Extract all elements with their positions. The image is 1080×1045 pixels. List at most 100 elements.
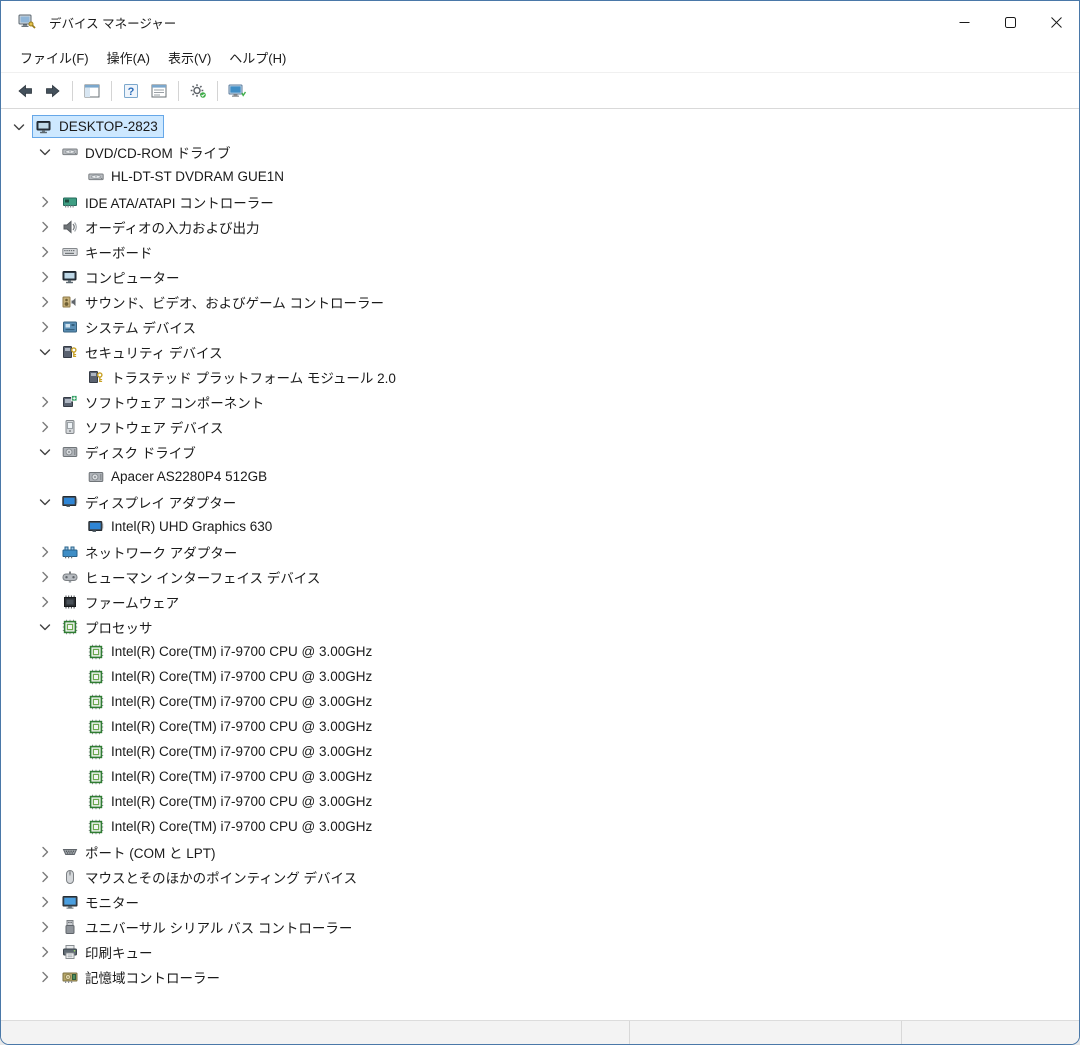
tree-item[interactable]: ポート (COM と LPT) (1, 839, 1079, 864)
tree-item[interactable]: Intel(R) Core(TM) i7-9700 CPU @ 3.00GHz (1, 739, 1079, 764)
sound-icon (61, 293, 78, 310)
tree-item[interactable]: Intel(R) Core(TM) i7-9700 CPU @ 3.00GHz (1, 789, 1079, 814)
chevron-right-icon[interactable] (37, 319, 53, 335)
chevron-right-icon[interactable] (37, 294, 53, 310)
minimize-button[interactable] (941, 1, 987, 43)
chevron-right-icon[interactable] (37, 894, 53, 910)
tree-item[interactable]: システム デバイス (1, 314, 1079, 339)
chevron-right-icon[interactable] (37, 419, 53, 435)
tree-item[interactable]: Intel(R) Core(TM) i7-9700 CPU @ 3.00GHz (1, 639, 1079, 664)
tree-item[interactable]: Intel(R) Core(TM) i7-9700 CPU @ 3.00GHz (1, 714, 1079, 739)
tree-item-content: Intel(R) Core(TM) i7-9700 CPU @ 3.00GHz (84, 665, 378, 688)
tree-item[interactable]: Intel(R) Core(TM) i7-9700 CPU @ 3.00GHz (1, 664, 1079, 689)
tree-item[interactable]: キーボード (1, 239, 1079, 264)
tree-item[interactable]: ファームウェア (1, 589, 1079, 614)
tree-item[interactable]: Intel(R) Core(TM) i7-9700 CPU @ 3.00GHz (1, 764, 1079, 789)
display-adapter-icon (61, 493, 78, 510)
chevron-right-icon[interactable] (37, 569, 53, 585)
chevron-right-icon[interactable] (37, 944, 53, 960)
tree-item[interactable]: Intel(R) UHD Graphics 630 (1, 514, 1079, 539)
disk-drive-icon (87, 468, 104, 485)
menu-help[interactable]: ヘルプ(H) (220, 44, 295, 71)
help-icon[interactable]: ? (117, 77, 145, 105)
tree-item[interactable]: IDE ATA/ATAPI コントローラー (1, 189, 1079, 214)
chevron-right-icon[interactable] (37, 219, 53, 235)
tree-item[interactable]: DVD/CD-ROM ドライブ (1, 139, 1079, 164)
tree-item[interactable]: Intel(R) Core(TM) i7-9700 CPU @ 3.00GHz (1, 689, 1079, 714)
scan-hardware-icon[interactable] (223, 77, 251, 105)
chevron-right-icon[interactable] (37, 844, 53, 860)
tree-item[interactable]: ディスプレイ アダプター (1, 489, 1079, 514)
tree-item-label: Apacer AS2280P4 512GB (111, 469, 267, 484)
chevron-down-icon[interactable] (37, 444, 53, 460)
tree-item[interactable]: ソフトウェア デバイス (1, 414, 1079, 439)
tree-item-content: IDE ATA/ATAPI コントローラー (58, 189, 280, 215)
tree-item-label: キーボード (85, 242, 153, 262)
update-driver-icon[interactable] (184, 77, 212, 105)
console-tree-icon[interactable] (78, 77, 106, 105)
tree-item-label: システム デバイス (85, 317, 196, 337)
computer-icon (61, 268, 78, 285)
maximize-button[interactable] (987, 1, 1033, 43)
chevron-down-icon[interactable] (37, 494, 53, 510)
tree-item-label: トラステッド プラットフォーム モジュール 2.0 (111, 367, 396, 387)
menu-view[interactable]: 表示(V) (159, 44, 220, 71)
tree-item[interactable]: オーディオの入力および出力 (1, 214, 1079, 239)
chevron-right-icon[interactable] (37, 969, 53, 985)
tree-item-label: DESKTOP-2823 (59, 119, 158, 134)
tree-item[interactable]: HL-DT-ST DVDRAM GUE1N (1, 164, 1079, 189)
chevron-right-icon[interactable] (37, 919, 53, 935)
tree-item[interactable]: Intel(R) Core(TM) i7-9700 CPU @ 3.00GHz (1, 814, 1079, 839)
tree-item[interactable]: サウンド、ビデオ、およびゲーム コントローラー (1, 289, 1079, 314)
tree-item-content: Intel(R) Core(TM) i7-9700 CPU @ 3.00GHz (84, 765, 378, 788)
disk-drive-icon (61, 443, 78, 460)
tree-item[interactable]: 印刷キュー (1, 939, 1079, 964)
tree-item-label: ソフトウェア コンポーネント (85, 392, 264, 412)
tree-item-label: マウスとそのほかのポインティング デバイス (85, 867, 357, 887)
tree-item[interactable]: モニター (1, 889, 1079, 914)
processor-icon (87, 743, 104, 760)
forward-arrow-icon[interactable] (39, 77, 67, 105)
tree-item[interactable]: Apacer AS2280P4 512GB (1, 464, 1079, 489)
menu-bar: ファイル(F) 操作(A) 表示(V) ヘルプ(H) (1, 43, 1079, 73)
window-controls (941, 1, 1079, 43)
tree-item[interactable]: ネットワーク アダプター (1, 539, 1079, 564)
chevron-placeholder (63, 694, 79, 710)
menu-file[interactable]: ファイル(F) (11, 44, 98, 71)
chevron-down-icon[interactable] (37, 144, 53, 160)
tree-item-content: ソフトウェア コンポーネント (58, 389, 270, 415)
tree-item[interactable]: ディスク ドライブ (1, 439, 1079, 464)
device-manager-app-icon (17, 12, 37, 32)
tree-item-label: IDE ATA/ATAPI コントローラー (85, 192, 274, 212)
tree-item[interactable]: ヒューマン インターフェイス デバイス (1, 564, 1079, 589)
chevron-right-icon[interactable] (37, 269, 53, 285)
tree-item[interactable]: トラステッド プラットフォーム モジュール 2.0 (1, 364, 1079, 389)
chevron-right-icon[interactable] (37, 194, 53, 210)
menu-action[interactable]: 操作(A) (98, 44, 159, 71)
device-tree: DESKTOP-2823 DVD/CD-ROM ドライブHL-DT-ST DVDR… (1, 109, 1079, 1020)
chevron-down-icon[interactable] (11, 119, 27, 135)
chevron-right-icon[interactable] (37, 544, 53, 560)
tree-item[interactable]: コンピューター (1, 264, 1079, 289)
tree-item[interactable]: プロセッサ (1, 614, 1079, 639)
tree-item[interactable]: ソフトウェア コンポーネント (1, 389, 1079, 414)
tree-item[interactable]: セキュリティ デバイス (1, 339, 1079, 364)
tree-item[interactable]: DESKTOP-2823 (1, 114, 1079, 139)
chevron-down-icon[interactable] (37, 344, 53, 360)
chevron-right-icon[interactable] (37, 869, 53, 885)
chevron-down-icon[interactable] (37, 619, 53, 635)
tree-item[interactable]: ユニバーサル シリアル バス コントローラー (1, 914, 1079, 939)
tree-item-content: トラステッド プラットフォーム モジュール 2.0 (84, 364, 402, 390)
tree-item-content: ユニバーサル シリアル バス コントローラー (58, 914, 358, 940)
tree-item-content: Intel(R) UHD Graphics 630 (84, 515, 278, 538)
chevron-right-icon[interactable] (37, 594, 53, 610)
chevron-right-icon[interactable] (37, 394, 53, 410)
tree-item-label: Intel(R) Core(TM) i7-9700 CPU @ 3.00GHz (111, 819, 372, 834)
back-arrow-icon[interactable] (11, 77, 39, 105)
tree-item[interactable]: 記憶域コントローラー (1, 964, 1079, 989)
close-button[interactable] (1033, 1, 1079, 43)
chevron-right-icon[interactable] (37, 244, 53, 260)
properties-icon[interactable] (145, 77, 173, 105)
chevron-placeholder (63, 169, 79, 185)
tree-item[interactable]: マウスとそのほかのポインティング デバイス (1, 864, 1079, 889)
